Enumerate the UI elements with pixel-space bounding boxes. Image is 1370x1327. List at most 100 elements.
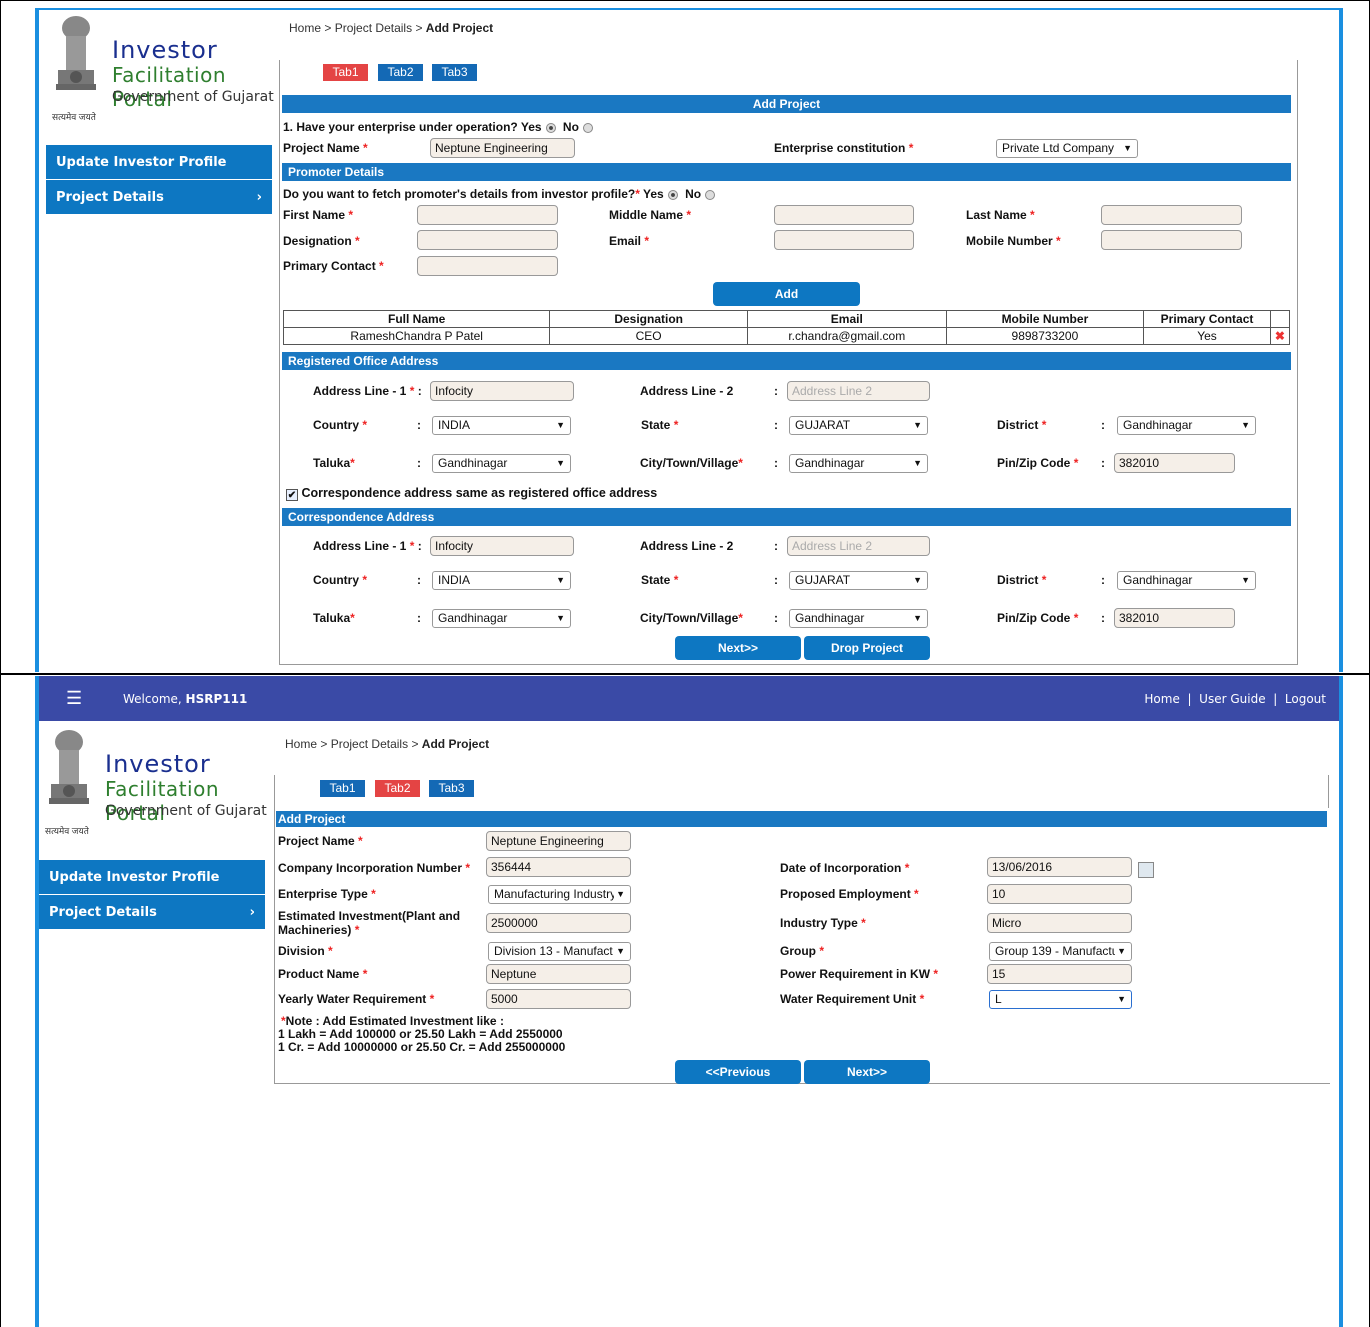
breadcrumb-home[interactable]: Home bbox=[285, 737, 317, 751]
column-header: Designation bbox=[549, 310, 748, 328]
b-project-name-input[interactable]: Neptune Engineering bbox=[486, 831, 631, 851]
nav-sep: | bbox=[1273, 692, 1278, 706]
cin-input[interactable]: 356444 bbox=[486, 857, 631, 877]
drop-project-button[interactable]: Drop Project bbox=[804, 636, 930, 660]
label-text: Address Line - 1 bbox=[313, 384, 407, 398]
employment-input[interactable]: 10 bbox=[987, 884, 1132, 904]
select-value: INDIA bbox=[438, 418, 471, 432]
breadcrumb-current: Add Project bbox=[425, 21, 494, 35]
sidebar-item-update-profile[interactable]: Update Investor Profile bbox=[46, 145, 272, 180]
chevron-down-icon: ▼ bbox=[913, 613, 922, 623]
same-address-checkbox[interactable]: ✔ bbox=[286, 489, 298, 501]
tab-2[interactable]: Tab2 bbox=[375, 780, 420, 797]
operation-no-radio[interactable] bbox=[582, 122, 593, 133]
tab-3[interactable]: Tab3 bbox=[432, 64, 477, 81]
label-text: Power Requirement in KW bbox=[780, 967, 931, 981]
primary-contact-input[interactable] bbox=[417, 256, 558, 276]
investment-input[interactable]: 2500000 bbox=[486, 913, 631, 933]
breadcrumb-sep: > bbox=[411, 737, 419, 751]
add-button[interactable]: Add bbox=[713, 282, 860, 306]
label-text: Machineries) bbox=[278, 923, 352, 937]
nav-logout-link[interactable]: Logout bbox=[1285, 692, 1326, 706]
industry-type-input[interactable]: Micro bbox=[987, 913, 1132, 933]
delete-row-icon[interactable]: ✖ bbox=[1269, 327, 1291, 345]
email-label: Email * bbox=[609, 234, 650, 248]
tab-1[interactable]: Tab1 bbox=[320, 780, 365, 797]
corr-addr1-input[interactable]: Infocity bbox=[430, 536, 574, 556]
group-select[interactable]: Group 139 - Manufactu ▼ bbox=[989, 942, 1132, 961]
brand-line3: Government of Gujarat bbox=[105, 803, 267, 819]
sidebar-item-project-details[interactable]: Project Details › bbox=[39, 895, 265, 930]
nav-home-link[interactable]: Home bbox=[1144, 692, 1179, 706]
mobile-input[interactable] bbox=[1101, 230, 1242, 250]
table-row: RameshChandra P Patel CEO r.chandra@gmai… bbox=[282, 327, 1291, 345]
breadcrumb-home[interactable]: Home bbox=[289, 21, 321, 35]
hamburger-menu-icon[interactable]: ☰ bbox=[66, 689, 82, 707]
last-name-input[interactable] bbox=[1101, 205, 1242, 225]
fetch-yes-radio[interactable] bbox=[667, 189, 678, 200]
power-input[interactable]: 15 bbox=[987, 964, 1132, 984]
cell-mobile: 9898733200 bbox=[945, 327, 1145, 345]
division-select[interactable]: Division 13 - Manufact ▼ bbox=[488, 942, 631, 961]
corr-taluka-select[interactable]: Gandhinagar ▼ bbox=[432, 609, 571, 628]
tab-3[interactable]: Tab3 bbox=[429, 780, 474, 797]
operation-question-text: 1. Have your enterprise under operation? bbox=[283, 120, 518, 134]
reg-addr2-label: Address Line - 2 bbox=[640, 384, 734, 398]
reg-country-label: Country * bbox=[313, 418, 368, 432]
corr-district-select[interactable]: Gandhinagar ▼ bbox=[1117, 571, 1256, 590]
select-value: Gandhinagar bbox=[1123, 573, 1193, 587]
tab-2[interactable]: Tab2 bbox=[378, 64, 423, 81]
reg-taluka-select[interactable]: Gandhinagar ▼ bbox=[432, 454, 571, 473]
doi-input[interactable]: 13/06/2016 bbox=[987, 857, 1132, 877]
corr-state-select[interactable]: GUJARAT ▼ bbox=[789, 571, 928, 590]
reg-addr1-input[interactable]: Infocity bbox=[430, 381, 574, 401]
reg-taluka-label: Taluka* bbox=[313, 456, 355, 470]
chevron-down-icon: ▼ bbox=[556, 458, 565, 468]
corr-city-select[interactable]: Gandhinagar ▼ bbox=[789, 609, 928, 628]
product-name-input[interactable]: Neptune bbox=[486, 964, 631, 984]
colon: : bbox=[1101, 456, 1105, 470]
breadcrumb-project-details[interactable]: Project Details bbox=[335, 21, 412, 35]
water-input[interactable]: 5000 bbox=[486, 989, 631, 1009]
reg-district-select[interactable]: Gandhinagar ▼ bbox=[1117, 416, 1256, 435]
group-label: Group * bbox=[780, 944, 825, 958]
constitution-select[interactable]: Private Ltd Company ▼ bbox=[996, 139, 1138, 158]
next-button[interactable]: Next>> bbox=[675, 636, 801, 660]
first-name-input[interactable] bbox=[417, 205, 558, 225]
chevron-right-icon: › bbox=[256, 190, 262, 205]
previous-button[interactable]: <<Previous bbox=[675, 1060, 801, 1084]
select-value: GUJARAT bbox=[795, 573, 851, 587]
email-input[interactable] bbox=[774, 230, 914, 250]
b-next-button[interactable]: Next>> bbox=[804, 1060, 930, 1084]
operation-yes-radio[interactable] bbox=[545, 122, 556, 133]
breadcrumb-project-details[interactable]: Project Details bbox=[331, 737, 408, 751]
reg-country-select[interactable]: INDIA ▼ bbox=[432, 416, 571, 435]
breadcrumb: Home > Project Details > Add Project bbox=[289, 21, 493, 35]
corr-country-select[interactable]: INDIA ▼ bbox=[432, 571, 571, 590]
reg-city-select[interactable]: Gandhinagar ▼ bbox=[789, 454, 928, 473]
project-name-input[interactable]: Neptune Engineering bbox=[430, 138, 575, 158]
middle-name-input[interactable] bbox=[774, 205, 914, 225]
tab-1[interactable]: Tab1 bbox=[323, 64, 368, 81]
reg-pin-input[interactable]: 382010 bbox=[1114, 453, 1235, 473]
nav-user-guide-link[interactable]: User Guide bbox=[1199, 692, 1265, 706]
water-unit-select[interactable]: L ▼ bbox=[989, 990, 1132, 1009]
designation-input[interactable] bbox=[417, 230, 558, 250]
top-navbar: ☰ Welcome, HSRP111 Home | User Guide | L… bbox=[39, 676, 1339, 721]
label-text: Yearly Water Requirement bbox=[278, 992, 427, 1006]
sidebar-item-update-profile[interactable]: Update Investor Profile bbox=[39, 860, 265, 895]
content-bottom-border bbox=[274, 1083, 1330, 1084]
sidebar-item-project-details[interactable]: Project Details › bbox=[46, 180, 272, 215]
calendar-icon[interactable] bbox=[1138, 862, 1154, 878]
note-line-2: 1 Lakh = Add 100000 or 25.50 Lakh = Add … bbox=[278, 1027, 563, 1041]
reg-addr2-input[interactable]: Address Line 2 bbox=[787, 381, 930, 401]
username: HSRP111 bbox=[185, 692, 248, 706]
corr-addr2-input[interactable]: Address Line 2 bbox=[787, 536, 930, 556]
enterprise-type-select[interactable]: Manufacturing Industry ▼ bbox=[488, 885, 631, 904]
fetch-no-radio[interactable] bbox=[705, 189, 716, 200]
reg-state-select[interactable]: GUJARAT ▼ bbox=[789, 416, 928, 435]
label-text: Mobile Number bbox=[966, 234, 1053, 248]
corr-pin-input[interactable]: 382010 bbox=[1114, 608, 1235, 628]
sidebar-item-label: Update Investor Profile bbox=[56, 155, 227, 170]
registered-address-header: Registered Office Address bbox=[282, 352, 1291, 370]
